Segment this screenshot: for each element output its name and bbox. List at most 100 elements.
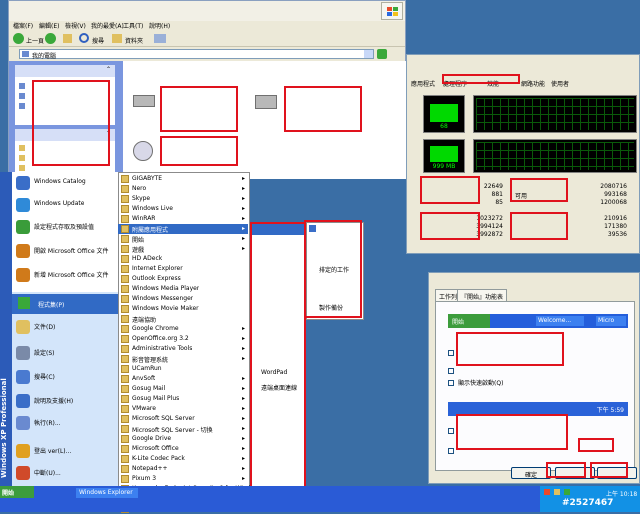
tab-networking[interactable]: 網路功能 xyxy=(521,79,545,88)
program-item[interactable]: Gosug Mail Plus ▸ xyxy=(118,394,248,404)
address-input[interactable]: 我的電腦 xyxy=(19,49,374,60)
program-item[interactable]: Windows Movie Maker xyxy=(118,304,248,314)
logoff-icon xyxy=(16,444,30,458)
menu-edit[interactable]: 編輯(E) xyxy=(39,21,59,30)
view-mode-icon[interactable] xyxy=(154,34,166,43)
program-item[interactable]: UCamRun xyxy=(118,364,248,374)
logoff-item[interactable]: 登出 ver(L)... xyxy=(16,442,116,460)
tab-applications[interactable]: 應用程式 xyxy=(411,79,435,88)
program-item[interactable]: Nero ▸ xyxy=(118,184,248,194)
program-item[interactable]: 附屬應用程式 ▸ xyxy=(118,224,248,234)
tray-icon[interactable] xyxy=(544,489,550,495)
program-item[interactable]: Windows Messenger xyxy=(118,294,248,304)
program-item[interactable]: OpenOffice.org 3.2 ▸ xyxy=(118,334,248,344)
program-item[interactable]: Outlook Express xyxy=(118,274,248,284)
tab-start-menu[interactable]: 『開始』功能表 xyxy=(457,289,508,301)
program-item[interactable]: Windows Live ▸ xyxy=(118,204,248,214)
program-item-label: Gosug Mail Plus xyxy=(132,395,180,402)
chevron-down-icon[interactable] xyxy=(364,50,373,58)
menu-tools[interactable]: 工具(T) xyxy=(123,21,143,30)
program-item[interactable]: Administrative Tools ▸ xyxy=(118,344,248,354)
hard-drive-icon[interactable] xyxy=(133,95,155,107)
pinned-item[interactable]: 開啟 Microsoft Office 文件 xyxy=(16,242,116,260)
search-item[interactable]: 搜尋(C) xyxy=(16,368,116,386)
program-item[interactable]: Google Drive ▸ xyxy=(118,434,248,444)
program-item[interactable]: Notepad++ ▸ xyxy=(118,464,248,474)
program-item[interactable]: 影音管理系統 ▸ xyxy=(118,354,248,364)
program-item[interactable]: Google Chrome ▸ xyxy=(118,324,248,334)
up-folder-icon[interactable] xyxy=(63,34,72,43)
program-item[interactable]: 開始 ▸ xyxy=(118,234,248,244)
taskbar-window-button[interactable]: Windows Explorer xyxy=(76,488,138,498)
pinned-item[interactable]: 設定程式存取及預設值 xyxy=(16,218,116,236)
program-item[interactable]: AnvSoft ▸ xyxy=(118,374,248,384)
network-drive-icon[interactable] xyxy=(255,95,277,109)
help-item[interactable]: 說明及支援(H) xyxy=(16,392,116,410)
start-button[interactable]: 開始 xyxy=(0,486,34,498)
ok-button[interactable]: 確定 xyxy=(511,467,551,479)
program-item[interactable]: Skype ▸ xyxy=(118,194,248,204)
checkbox[interactable] xyxy=(448,448,454,454)
program-item[interactable]: 遊戲 ▸ xyxy=(118,244,248,254)
settings-item[interactable]: 設定(S) xyxy=(16,344,116,362)
menu-favorites[interactable]: 我的最愛(A) xyxy=(91,21,124,30)
program-item-label: Windows Media Player xyxy=(132,285,200,292)
tray-icon[interactable] xyxy=(554,489,560,495)
chevron-right-icon: ▸ xyxy=(241,385,245,392)
documents-item[interactable]: 文件(D) xyxy=(16,318,116,336)
pinned-item[interactable]: Windows Catalog xyxy=(16,174,116,192)
program-item-label: 遊戲 xyxy=(132,247,145,254)
menu-file[interactable]: 檔案(F) xyxy=(13,21,33,30)
kernel-nonpaged: 39536 xyxy=(607,231,627,238)
program-item[interactable]: WinRAR ▸ xyxy=(118,214,248,224)
program-item[interactable]: VMware ▸ xyxy=(118,404,248,414)
back-arrow-icon[interactable] xyxy=(13,33,24,44)
all-programs-button[interactable]: 程式集(P) xyxy=(12,294,118,314)
folder-icon xyxy=(121,345,129,353)
menu-help[interactable]: 說明(H) xyxy=(149,21,170,30)
menu-view[interactable]: 檢視(V) xyxy=(65,21,86,30)
folders-icon[interactable] xyxy=(112,34,122,43)
checkbox[interactable] xyxy=(448,368,454,374)
catalog-icon xyxy=(16,176,30,190)
program-item[interactable]: Microsoft SQL Server ▸ xyxy=(118,414,248,424)
run-item[interactable]: 執行(R)... xyxy=(16,414,116,432)
program-item[interactable]: Microsoft SQL Server - 切換 ▸ xyxy=(118,424,248,434)
pinned-item[interactable]: Windows Update xyxy=(16,196,116,214)
program-item[interactable]: Microsoft Office ▸ xyxy=(118,444,248,454)
program-item[interactable]: GIGABYTE ▸ xyxy=(118,174,248,184)
program-item[interactable]: Pixum 3 ▸ xyxy=(118,474,248,484)
collapse-icon[interactable]: ⌃ xyxy=(106,66,111,73)
checkbox[interactable] xyxy=(448,380,454,386)
disconnect-item[interactable]: 中斷(U)... xyxy=(16,464,116,482)
redaction-box xyxy=(420,212,480,240)
task-pane-header[interactable] xyxy=(15,65,115,77)
forward-arrow-icon[interactable] xyxy=(45,33,56,44)
search-label[interactable]: 搜尋 xyxy=(92,36,104,45)
chevron-right-icon: ▸ xyxy=(241,215,245,222)
program-item[interactable]: Gosug Mail ▸ xyxy=(118,384,248,394)
back-label[interactable]: 上一頁 xyxy=(26,36,44,45)
preview-clock: 下午 5:59 xyxy=(596,407,624,414)
folder-icon xyxy=(121,205,129,213)
program-item[interactable]: 遠端協助 xyxy=(118,314,248,324)
cd-drive-icon[interactable] xyxy=(133,141,153,161)
folders-label[interactable]: 資料夾 xyxy=(125,36,143,45)
checkbox[interactable] xyxy=(448,350,454,356)
program-item-label: Administrative Tools xyxy=(132,345,193,352)
tray-icon[interactable] xyxy=(564,489,570,495)
tab-users[interactable]: 使用者 xyxy=(551,79,569,88)
program-item[interactable]: K-Lite Codec Pack ▸ xyxy=(118,454,248,464)
program-item[interactable]: HD ADeck xyxy=(118,254,248,264)
brand-text: Windows XP Professional xyxy=(0,378,8,478)
physical-available: 993168 xyxy=(604,191,627,198)
place-icon xyxy=(19,165,25,171)
program-item[interactable]: Windows Media Player xyxy=(118,284,248,294)
chevron-right-icon: ▸ xyxy=(241,345,245,352)
folder-icon xyxy=(121,175,129,183)
pinned-item[interactable]: 新增 Microsoft Office 文件 xyxy=(16,266,116,284)
checkbox[interactable] xyxy=(448,428,454,434)
go-arrow-icon[interactable] xyxy=(377,49,387,59)
search-icon[interactable] xyxy=(79,33,89,43)
program-item[interactable]: Internet Explorer xyxy=(118,264,248,274)
